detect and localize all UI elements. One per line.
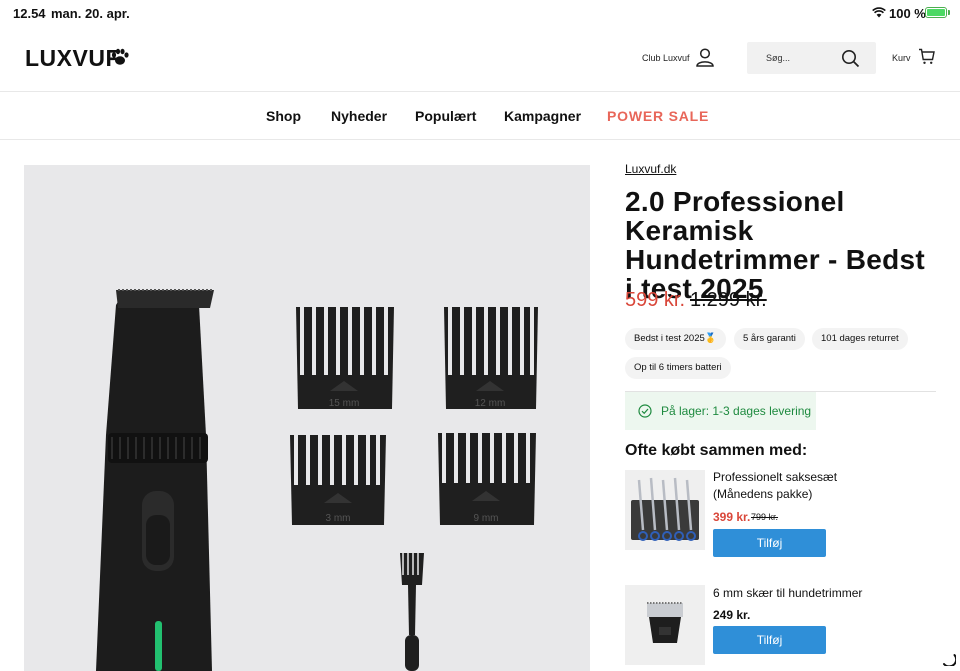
rec-item-old-price: 799 kr.	[751, 512, 779, 522]
rec-item-name[interactable]: 6 mm skær til hundetrimmer	[713, 585, 873, 602]
badge-best-in-test: Bedst i test 2025🥇	[625, 328, 726, 350]
comb-label: 9 mm	[474, 513, 499, 524]
badge-battery: Op til 6 timers batteri	[625, 357, 731, 379]
cleaning-brush	[400, 553, 424, 671]
comb-label: 12 mm	[475, 398, 506, 409]
product-old-price: 1.299 kr.	[690, 289, 767, 311]
search-placeholder: Søg...	[766, 53, 791, 63]
stock-text: På lager: 1-3 dages levering	[661, 404, 812, 418]
nav-item-power-sale[interactable]: POWER SALE	[607, 108, 709, 124]
battery-icon	[925, 7, 947, 18]
main-nav: Shop Nyheder Populært Kampagner POWER SA…	[0, 91, 960, 140]
comb-label: 3 mm	[326, 513, 351, 524]
led-strip	[155, 621, 162, 671]
trimmer-blade	[116, 290, 214, 308]
rec-item-name[interactable]: Professionelt saksesæt (Månedens pakke)	[713, 469, 853, 503]
comb-12mm	[444, 307, 538, 409]
product-image[interactable]: 15 mm 12 mm 3 mm 9 mm	[24, 165, 590, 671]
cart-link[interactable]: Kurv	[892, 53, 911, 63]
trimmer-body	[96, 300, 212, 671]
status-bar: 12.54 man. 20. apr. 100 %	[0, 0, 960, 26]
club-link[interactable]: Club Luxvuf	[642, 53, 690, 63]
product-price: 599 kr.	[625, 289, 686, 311]
wifi-icon	[872, 7, 886, 18]
product-title: 2.0 Professionel Keramisk Hundetrimmer -…	[625, 186, 926, 304]
check-circle-icon	[638, 404, 652, 418]
often-bought-heading: Ofte købt sammen med:	[625, 442, 808, 459]
battery-percent: 100 %	[889, 6, 926, 21]
nav-item-nyheder[interactable]: Nyheder	[331, 108, 387, 124]
nav-item-kampagner[interactable]: Kampagner	[504, 108, 581, 124]
badge-return: 101 dages returret	[812, 328, 908, 350]
comb-15mm	[296, 307, 394, 409]
comb-9mm	[438, 433, 536, 525]
trimmer-illustration: 15 mm 12 mm 3 mm 9 mm	[96, 289, 538, 671]
scissors-set-image[interactable]	[625, 470, 705, 550]
loading-spinner-icon	[943, 654, 956, 666]
search-input[interactable]: Søg...	[747, 42, 876, 74]
status-time: 12.54	[13, 6, 46, 21]
paw-icon	[111, 48, 129, 65]
status-date: man. 20. apr.	[51, 6, 130, 21]
search-icon[interactable]	[841, 49, 860, 68]
rec-item-price: 399 kr.	[713, 510, 751, 524]
nav-item-populaert[interactable]: Populært	[415, 108, 476, 124]
rec-item-price: 249 kr.	[713, 608, 751, 622]
comb-label: 15 mm	[329, 398, 360, 409]
nav-item-shop[interactable]: Shop	[266, 108, 301, 124]
add-to-cart-button[interactable]: Tilføj	[713, 529, 826, 557]
user-icon[interactable]	[696, 48, 714, 67]
battery-tip	[948, 10, 950, 15]
add-to-cart-button[interactable]: Tilføj	[713, 626, 826, 654]
brand-link[interactable]: Luxvuf.dk	[625, 162, 676, 176]
stock-status: På lager: 1-3 dages levering	[625, 392, 816, 430]
badge-warranty: 5 års garanti	[734, 328, 805, 350]
logo[interactable]: LUXVUF	[25, 45, 120, 72]
site-header: LUXVUF Club Luxvuf Søg... Kurv	[0, 26, 960, 91]
comb-3mm	[290, 435, 386, 525]
blade-image[interactable]	[625, 585, 705, 665]
cart-icon[interactable]	[918, 48, 935, 65]
